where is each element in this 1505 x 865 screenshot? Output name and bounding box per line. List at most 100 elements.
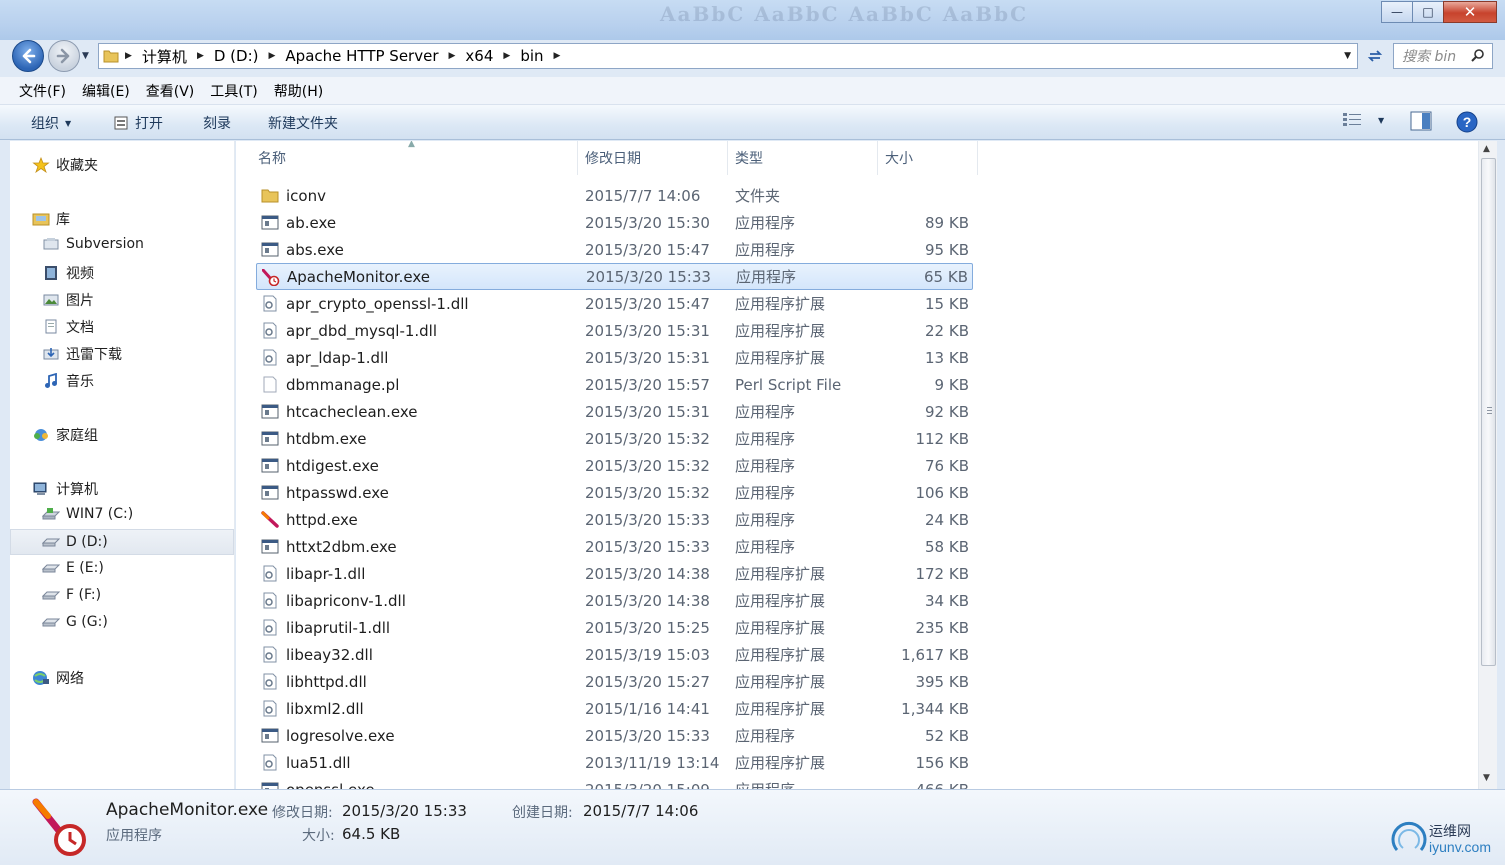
open-icon — [114, 116, 128, 130]
refresh-button[interactable] — [1362, 43, 1388, 69]
file-row[interactable]: htcacheclean.exe 2015/3/20 15:31 应用程序 92 KB — [256, 398, 973, 425]
file-row[interactable]: openssl.exe 2015/3/20 15:09 应用程序 466 KB — [256, 776, 973, 789]
file-row[interactable]: libxml2.dll 2015/1/16 14:41 应用程序扩展 1,344 KB — [256, 695, 973, 722]
breadcrumb-bin[interactable]: bin ▶ — [520, 47, 570, 65]
file-modified-date: 2015/3/20 15:33 — [585, 726, 710, 745]
file-row[interactable]: iconv 2015/7/7 14:06 文件夹 — [256, 182, 973, 209]
sidebar-item-music[interactable]: 音乐 — [42, 371, 94, 391]
sidebar-item-drive-e[interactable]: E (E:) — [42, 560, 104, 576]
back-button[interactable] — [12, 40, 44, 72]
file-row[interactable]: libapr-1.dll 2015/3/20 14:38 应用程序扩展 172 KB — [256, 560, 973, 587]
close-button[interactable]: ✕ — [1443, 1, 1497, 23]
vertical-scrollbar[interactable]: ▲ ▼ — [1478, 141, 1497, 789]
sidebar-item-xunlei-downloads[interactable]: 迅雷下载 — [42, 344, 122, 364]
menu-view[interactable]: 查看(V) — [146, 81, 195, 101]
minimize-button[interactable]: — — [1381, 1, 1413, 23]
file-row[interactable]: libeay32.dll 2015/3/19 15:03 应用程序扩展 1,617 K… — [256, 641, 973, 668]
sidebar-item-label: 迅雷下载 — [66, 347, 122, 363]
file-size: 13 KB — [925, 348, 969, 367]
file-row[interactable]: abs.exe 2015/3/20 15:47 应用程序 95 KB — [256, 236, 973, 263]
file-row[interactable]: lua51.dll 2013/11/19 13:14 应用程序扩展 156 KB — [256, 749, 973, 776]
open-button[interactable]: 打开 — [113, 113, 163, 133]
sidebar-item-network[interactable]: 网络 — [32, 668, 84, 688]
file-row[interactable]: httpd.exe 2015/3/20 15:33 应用程序 24 KB — [256, 506, 973, 533]
recent-pages-dropdown[interactable]: ▼ — [82, 51, 89, 61]
file-row[interactable]: libaprutil-1.dll 2015/3/20 15:25 应用程序扩展 235… — [256, 614, 973, 641]
file-type: 应用程序 — [735, 403, 796, 421]
sidebar-item-homegroup[interactable]: 家庭组 — [32, 425, 98, 445]
grip-line — [1487, 413, 1492, 414]
breadcrumb-root-arrow[interactable]: ▶ — [125, 51, 142, 61]
breadcrumb-x64[interactable]: x64 ▶ — [465, 47, 520, 65]
search-input[interactable]: 搜索 bin — [1393, 43, 1493, 69]
file-row[interactable]: apr_ldap-1.dll 2015/3/20 15:31 应用程序扩展 13 KB — [256, 344, 973, 371]
menu-help[interactable]: 帮助(H) — [274, 81, 323, 101]
organize-button[interactable]: 组织 ▼ — [31, 113, 71, 133]
burn-button[interactable]: 刻录 — [203, 113, 231, 133]
caret-down-icon[interactable]: ▼ — [1378, 116, 1384, 125]
address-bar[interactable]: ▶ 计算机 ▶ D (D:) ▶ Apache HTTP Server ▶ x64 ▶ … — [98, 43, 1358, 69]
file-row[interactable]: htpasswd.exe 2015/3/20 15:32 应用程序 106 KB — [256, 479, 973, 506]
sidebar-item-libraries[interactable]: 库 — [32, 209, 70, 229]
file-type: 应用程序扩展 — [735, 673, 826, 691]
file-row[interactable]: httxt2dbm.exe 2015/3/20 15:33 应用程序 58 KB — [256, 533, 973, 560]
document-icon — [45, 319, 57, 334]
file-modified-date: 2015/3/20 15:57 — [585, 375, 710, 394]
file-row[interactable]: logresolve.exe 2015/3/20 15:33 应用程序 52 KB — [256, 722, 973, 749]
menu-file[interactable]: 文件(F) — [19, 81, 66, 101]
breadcrumb-computer[interactable]: 计算机 ▶ — [142, 46, 214, 67]
column-header-name[interactable]: 名称 ▲ — [236, 141, 578, 175]
scroll-down-arrow[interactable]: ▼ — [1483, 773, 1490, 783]
file-row[interactable]: libapriconv-1.dll 2015/3/20 14:38 应用程序扩展 34… — [256, 587, 973, 614]
menu-tools[interactable]: 工具(T) — [210, 81, 257, 101]
file-row[interactable]: libhttpd.dll 2015/3/20 15:27 应用程序扩展 395 KB — [256, 668, 973, 695]
scrollbar-thumb[interactable] — [1481, 158, 1496, 666]
file-size: 34 KB — [925, 591, 969, 610]
sidebar-item-videos[interactable]: 视频 — [42, 263, 94, 283]
chevron-right-icon[interactable]: ▶ — [449, 51, 456, 61]
exe-icon — [261, 539, 279, 554]
file-modified-date: 2015/3/20 15:32 — [585, 429, 710, 448]
sidebar-item-subversion[interactable]: Subversion — [42, 236, 144, 252]
file-row[interactable]: ApacheMonitor.exe 2015/3/20 15:33 应用程序 65 K… — [256, 263, 973, 290]
file-modified-date: 2015/3/20 14:38 — [585, 564, 710, 583]
view-options-button[interactable]: ▼ — [1342, 111, 1384, 129]
preview-pane-button[interactable] — [1410, 111, 1432, 131]
file-row[interactable]: ab.exe 2015/3/20 15:30 应用程序 89 KB — [256, 209, 973, 236]
sidebar-item-drive-g[interactable]: G (G:) — [42, 614, 108, 630]
details-file-type: 应用程序 — [106, 828, 162, 844]
file-row[interactable]: apr_crypto_openssl-1.dll 2015/3/20 15:47 应… — [256, 290, 973, 317]
sidebar-item-drive-c[interactable]: WIN7 (C:) — [42, 506, 133, 522]
sidebar-item-favorites[interactable]: 收藏夹 — [32, 155, 98, 175]
breadcrumb-apache[interactable]: Apache HTTP Server ▶ — [285, 47, 465, 65]
sidebar-item-documents[interactable]: 文档 — [42, 317, 94, 337]
maximize-button[interactable]: □ — [1412, 1, 1444, 23]
column-header-date[interactable]: 修改日期 — [578, 141, 728, 175]
dll-icon — [263, 700, 277, 717]
file-row[interactable]: dbmmanage.pl 2015/3/20 15:57 Perl Script F… — [256, 371, 973, 398]
chevron-right-icon[interactable]: ▶ — [197, 51, 204, 61]
forward-button[interactable] — [48, 40, 80, 72]
file-row[interactable]: htdigest.exe 2015/3/20 15:32 应用程序 76 KB — [256, 452, 973, 479]
chevron-right-icon[interactable]: ▶ — [554, 51, 561, 61]
details-size-value: 64.5 KB — [342, 825, 401, 843]
breadcrumb-drive-d[interactable]: D (D:) ▶ — [214, 47, 286, 65]
column-header-size[interactable]: 大小 — [878, 141, 978, 175]
help-button[interactable]: ? — [1456, 111, 1478, 133]
file-name: htpasswd.exe — [286, 483, 389, 502]
file-row[interactable]: apr_dbd_mysql-1.dll 2015/3/20 15:31 应用程序扩展… — [256, 317, 973, 344]
address-history-dropdown[interactable]: ▼ — [1344, 51, 1351, 61]
chevron-right-icon[interactable]: ▶ — [503, 51, 510, 61]
search-icon[interactable] — [1470, 48, 1486, 64]
column-header-type[interactable]: 类型 — [728, 141, 878, 175]
chevron-right-icon[interactable]: ▶ — [269, 51, 276, 61]
sidebar-item-computer[interactable]: 计算机 — [32, 479, 98, 499]
file-name: libapriconv-1.dll — [286, 591, 406, 610]
sidebar-item-drive-d[interactable]: D (D:) — [10, 529, 234, 555]
new-folder-button[interactable]: 新建文件夹 — [268, 113, 338, 133]
file-row[interactable]: htdbm.exe 2015/3/20 15:32 应用程序 112 KB — [256, 425, 973, 452]
sidebar-item-pictures[interactable]: 图片 — [42, 290, 94, 310]
scroll-up-arrow[interactable]: ▲ — [1483, 144, 1490, 154]
menu-edit[interactable]: 编辑(E) — [82, 81, 130, 101]
sidebar-item-drive-f[interactable]: F (F:) — [42, 587, 101, 603]
